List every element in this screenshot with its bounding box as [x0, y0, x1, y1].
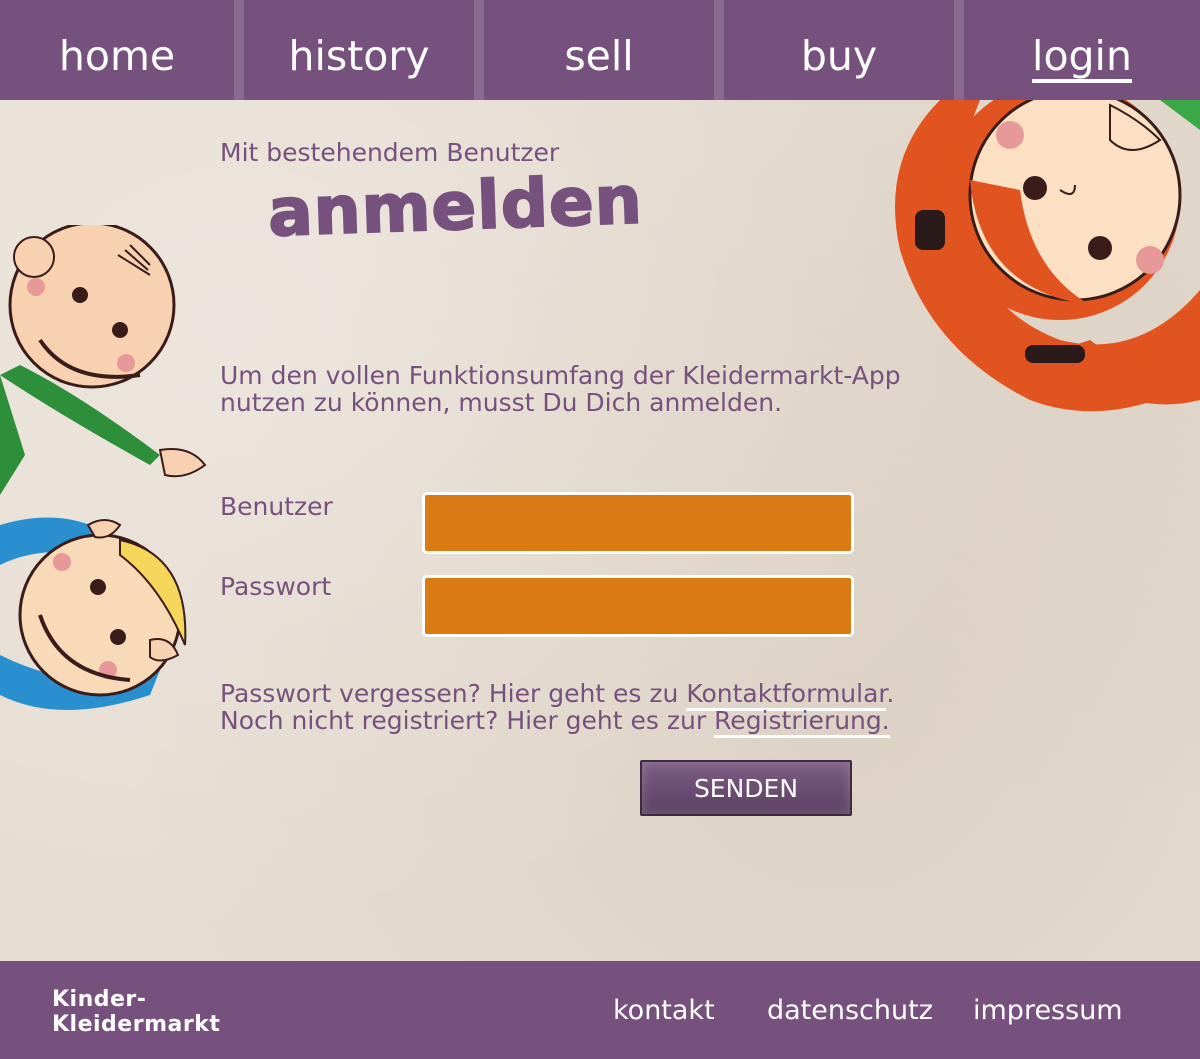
top-navigation: home history sell buy login: [0, 0, 1200, 100]
nav-history-label: history: [288, 32, 430, 80]
forgot-password-line: Passwort vergessen? Hier geht es zu Kont…: [220, 679, 1020, 711]
footer-link-datenschutz[interactable]: datenschutz: [767, 995, 933, 1026]
nav-history[interactable]: history: [244, 0, 474, 100]
nav-home-label: home: [58, 32, 176, 80]
login-subtitle: Mit bestehendem Benutzer: [220, 138, 560, 167]
site-logo[interactable]: Kinder- Kleidermarkt: [52, 987, 220, 1037]
nav-login-label: login: [1032, 36, 1132, 83]
nav-buy-label: buy: [800, 32, 878, 80]
username-input[interactable]: [422, 492, 854, 554]
nav-home[interactable]: home: [0, 0, 234, 100]
register-line: Noch nicht registriert? Hier geht es zur…: [220, 706, 1020, 738]
footer: Kinder- Kleidermarkt kontakt datenschutz…: [0, 961, 1200, 1059]
login-panel: Mit bestehendem Benutzer anmelden Um den…: [0, 100, 1200, 961]
forgot-password-end: .: [886, 679, 895, 708]
kids-illustration-left: [0, 225, 207, 710]
nav-login[interactable]: login: [964, 0, 1200, 100]
register-link[interactable]: Registrierung.: [714, 706, 890, 738]
nav-buy[interactable]: buy: [724, 0, 954, 100]
logo-line-2: Kleidermarkt: [52, 1012, 221, 1037]
footer-link-kontakt[interactable]: kontakt: [613, 995, 715, 1026]
user-label: Benutzer: [220, 492, 333, 521]
nav-sell[interactable]: sell: [484, 0, 714, 100]
footer-link-impressum[interactable]: impressum: [973, 995, 1123, 1026]
submit-button[interactable]: SENDEN: [640, 760, 852, 816]
forgot-password-text: Passwort vergessen? Hier geht es zu: [220, 679, 687, 708]
logo-line-1: Kinder-: [52, 987, 147, 1012]
register-text: Noch nicht registriert? Hier geht es zur: [220, 706, 715, 735]
login-intro-text: Um den vollen Funktionsumfang der Kleide…: [220, 361, 901, 417]
help-links: Passwort vergessen? Hier geht es zu Kont…: [220, 679, 1020, 738]
page-title: anmelden: [266, 160, 645, 252]
nav-sell-label: sell: [564, 32, 634, 80]
password-label: Passwort: [220, 572, 332, 601]
password-input[interactable]: [422, 575, 854, 637]
